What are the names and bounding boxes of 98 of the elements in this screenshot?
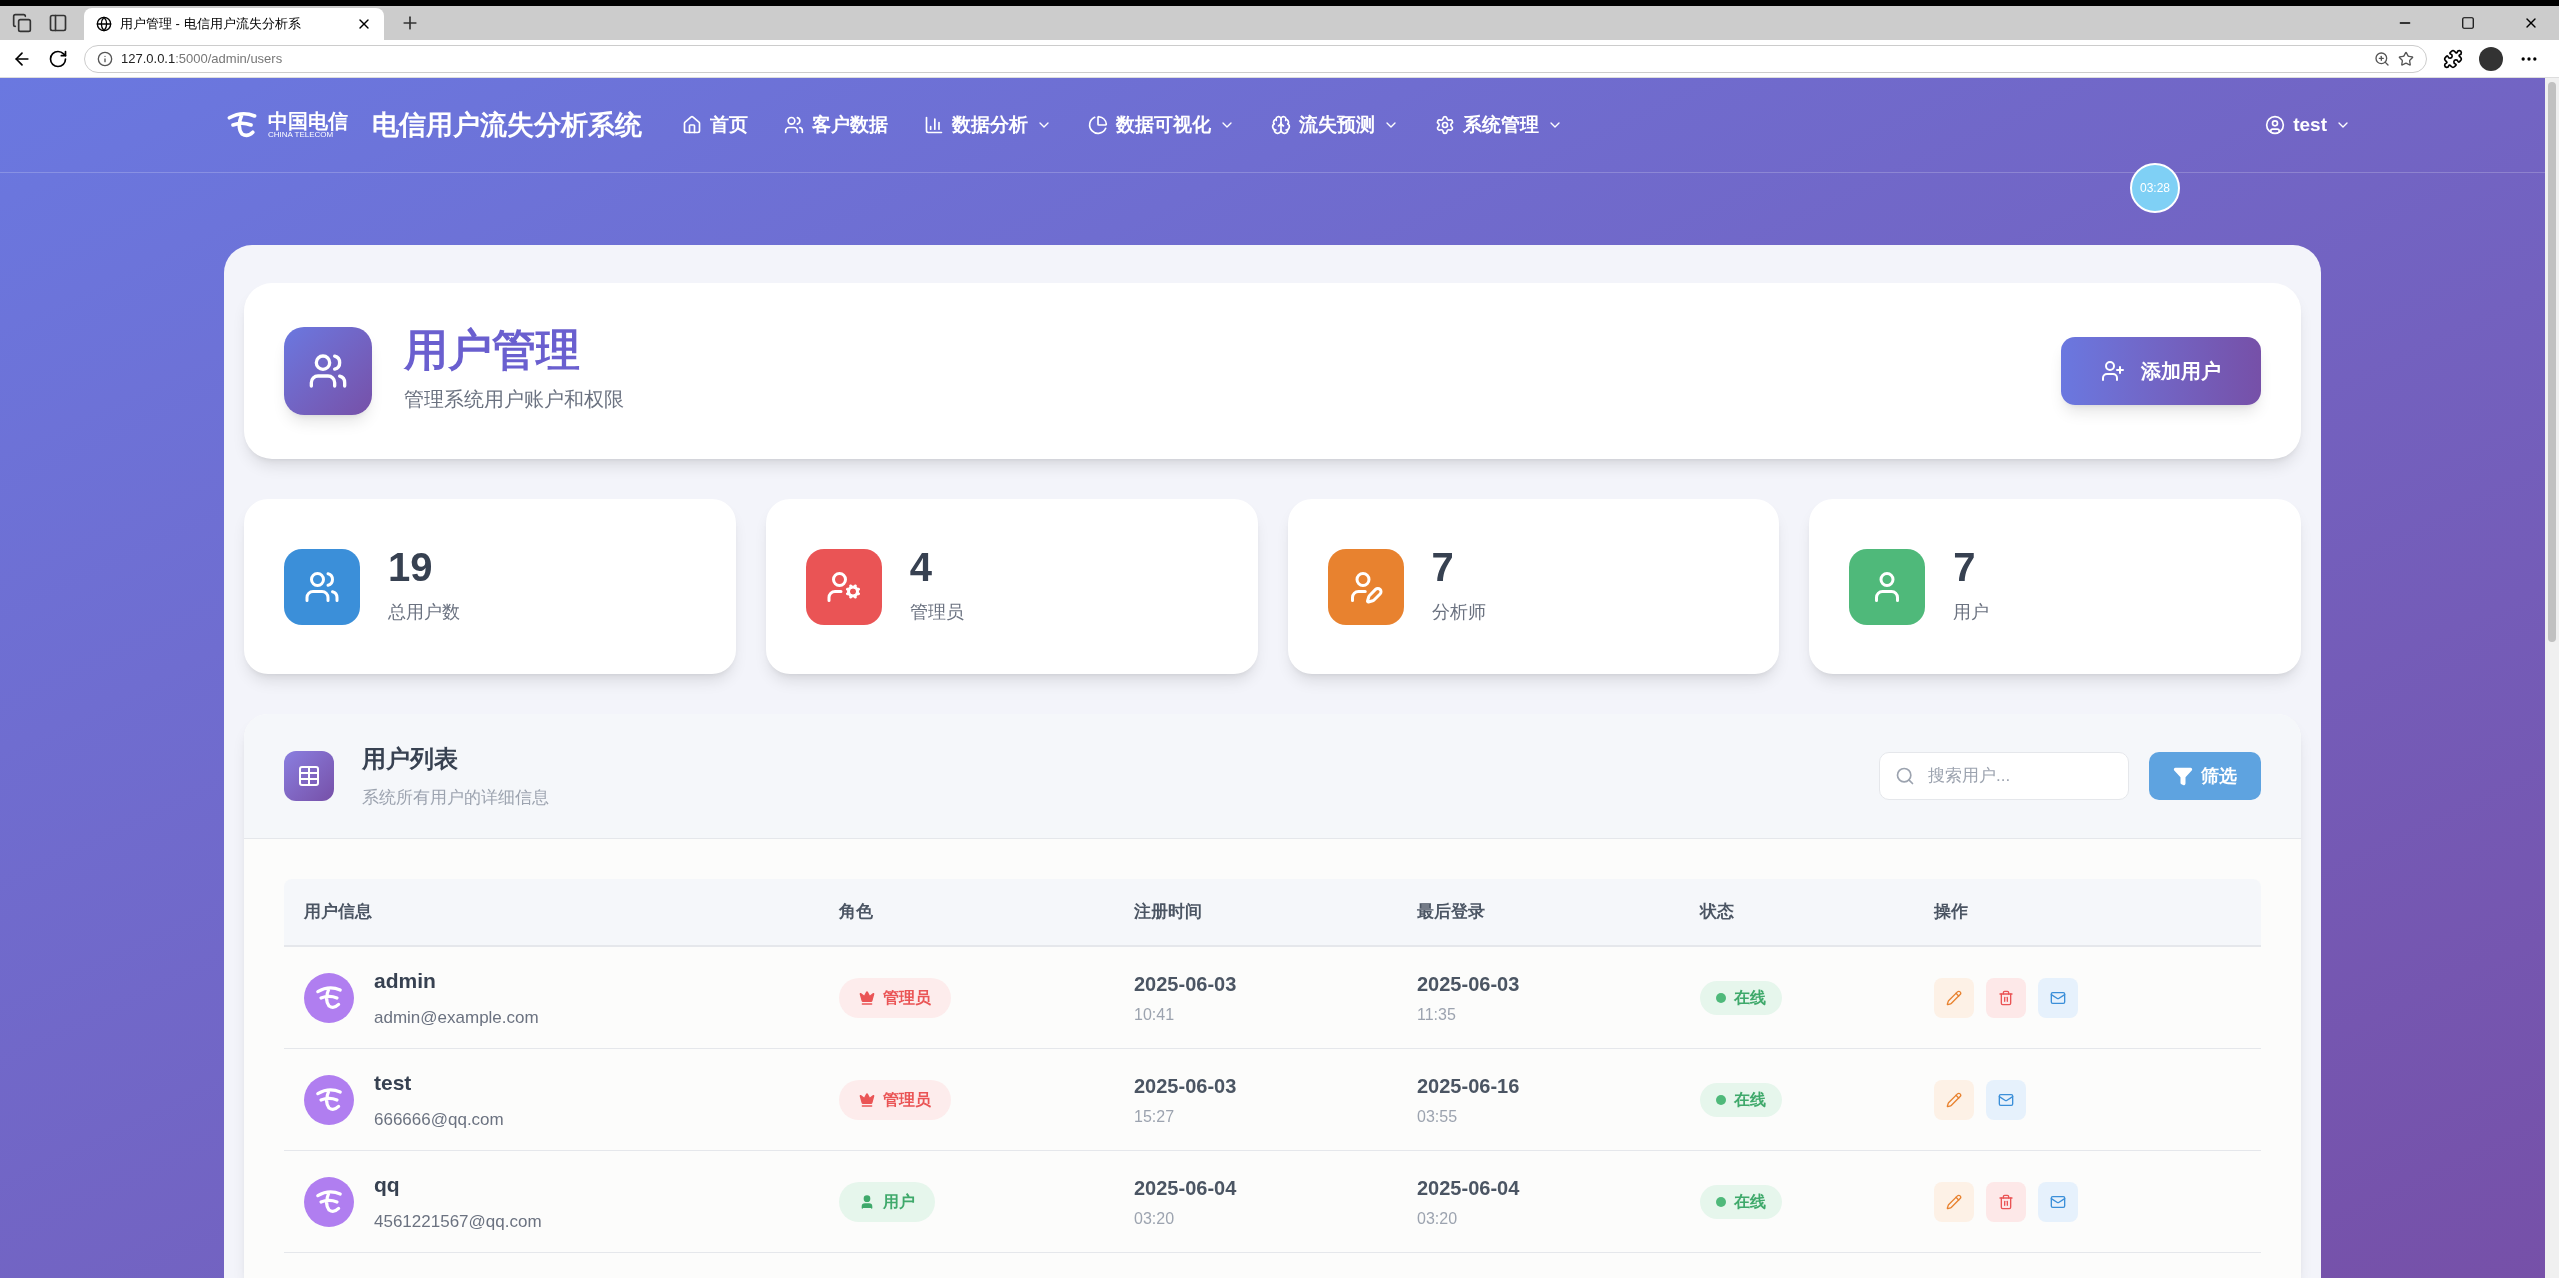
- add-user-button[interactable]: 添加用户: [2061, 337, 2261, 405]
- stat-label: 总用户数: [388, 601, 460, 624]
- status-badge: 在线: [1700, 1082, 1782, 1117]
- stat-value: 19: [388, 547, 434, 587]
- mail-icon: [2050, 989, 2066, 1006]
- stat-label: 用户: [1953, 601, 1990, 624]
- mail-icon: [2050, 1193, 2066, 1210]
- user-email: 666666@qq.com: [374, 1108, 504, 1131]
- info-icon: [97, 50, 113, 67]
- status-badge: 在线: [1700, 1184, 1782, 1219]
- profile-avatar[interactable]: [2479, 46, 2503, 71]
- user-name: admin: [374, 968, 437, 994]
- maximize-icon[interactable]: [2461, 16, 2475, 30]
- logo-subtext: CHINA TELECOM: [268, 131, 334, 139]
- workspaces-icon[interactable]: [12, 13, 32, 33]
- reload-icon[interactable]: [48, 48, 68, 69]
- tab-title: 用户管理 - 电信用户流失分析系: [120, 15, 302, 34]
- logo-text: 中国电信: [268, 111, 348, 131]
- nav-link[interactable]: 数据可视化: [1088, 110, 1235, 140]
- login-date: 2025-06-04: [1417, 1175, 1521, 1201]
- table-icon: [297, 764, 321, 788]
- crown-icon: [859, 1091, 875, 1108]
- filter-button[interactable]: 筛选: [2149, 752, 2261, 800]
- column-header: 注册时间: [1134, 901, 1203, 924]
- page-title: 用户管理: [404, 328, 581, 372]
- trash-icon: [1998, 989, 2014, 1006]
- user-email: 4561221567@qq.com: [374, 1210, 542, 1233]
- user-menu[interactable]: test: [2265, 110, 2351, 140]
- stat-label: 管理员: [909, 601, 964, 624]
- favorite-icon[interactable]: [2398, 50, 2414, 67]
- user-icon: [859, 1193, 875, 1210]
- page-subtitle: 管理系统用户账户和权限: [404, 387, 624, 412]
- nav-link[interactable]: 首页: [682, 110, 748, 140]
- register-date: 2025-06-03: [1134, 1073, 1238, 1099]
- url-text: 127.0.0.1:5000/admin/users: [121, 49, 283, 68]
- pie-chart-icon: [1088, 115, 1108, 135]
- pencil-icon: [1946, 1193, 1962, 1210]
- register-date: 2025-06-04: [1134, 1175, 1238, 1201]
- mail-icon: [1998, 1091, 2014, 1108]
- login-date: 2025-06-16: [1417, 1073, 1521, 1099]
- chart-icon: [924, 115, 944, 135]
- stat-value: 7: [1431, 547, 1455, 587]
- crown-icon: [859, 989, 875, 1006]
- user-name: qq: [374, 1172, 401, 1198]
- globe-icon: [96, 16, 112, 32]
- nav-link[interactable]: 系统管理: [1435, 110, 1563, 140]
- brain-icon: [1271, 115, 1291, 135]
- stat-label: 分析师: [1431, 601, 1486, 624]
- browser-tab[interactable]: 用户管理 - 电信用户流失分析系: [84, 8, 384, 40]
- list-title: 用户列表: [362, 744, 459, 775]
- mail-button[interactable]: [2038, 977, 2078, 1018]
- sidebar-icon[interactable]: [48, 13, 68, 33]
- search-icon: [1895, 766, 1915, 786]
- trash-icon: [1998, 1193, 2014, 1210]
- delete-button[interactable]: [1986, 977, 2026, 1018]
- role-badge: 用户: [839, 1181, 935, 1222]
- nav-link[interactable]: 客户数据: [784, 110, 888, 140]
- zoom-icon[interactable]: [2374, 50, 2390, 67]
- user-name: test: [374, 1070, 413, 1096]
- mail-button[interactable]: [1986, 1079, 2026, 1120]
- login-time: 03:55: [1417, 1106, 1459, 1127]
- column-header: 最后登录: [1417, 901, 1486, 924]
- role-badge: 管理员: [839, 977, 951, 1018]
- nav-link[interactable]: 流失预测: [1271, 110, 1399, 140]
- delete-button[interactable]: [1986, 1181, 2026, 1222]
- search-field[interactable]: 搜索用户...: [1879, 752, 2129, 800]
- list-subtitle: 系统所有用户的详细信息: [362, 787, 549, 810]
- register-time: 03:20: [1134, 1208, 1176, 1229]
- pencil-icon: [1946, 989, 1962, 1006]
- brand-title: 电信用户流失分析系统: [372, 108, 642, 142]
- column-header: 用户信息: [304, 901, 373, 924]
- login-time: 03:20: [1417, 1208, 1459, 1229]
- nav-link[interactable]: 数据分析: [924, 110, 1052, 140]
- filter-icon: [2173, 766, 2193, 786]
- register-date: 2025-06-03: [1134, 971, 1238, 997]
- column-header: 角色: [839, 901, 874, 924]
- pencil-icon: [1946, 1091, 1962, 1108]
- users-icon: [308, 351, 348, 391]
- extensions-icon[interactable]: [2443, 48, 2463, 69]
- user-email: admin@example.com: [374, 1006, 539, 1029]
- column-header: 操作: [1934, 901, 1969, 924]
- login-time: 11:35: [1417, 1004, 1457, 1025]
- mail-button[interactable]: [2038, 1181, 2078, 1222]
- stat-value: 7: [1953, 547, 1977, 587]
- home-icon: [682, 115, 702, 135]
- column-header: 状态: [1700, 901, 1735, 924]
- role-badge: 管理员: [839, 1079, 951, 1120]
- users-icon: [784, 115, 804, 135]
- user-circle-icon: [2265, 115, 2286, 135]
- timer-badge: 03:28: [2130, 163, 2180, 213]
- settings-icon: [1435, 115, 1455, 135]
- user-plus-icon: [2101, 359, 2125, 383]
- scrollbar[interactable]: [2545, 78, 2559, 1278]
- status-badge: 在线: [1700, 980, 1782, 1015]
- login-date: 2025-06-03: [1417, 971, 1521, 997]
- stat-value: 4: [909, 547, 933, 587]
- register-time: 10:41: [1134, 1004, 1176, 1025]
- register-time: 15:27: [1134, 1106, 1176, 1127]
